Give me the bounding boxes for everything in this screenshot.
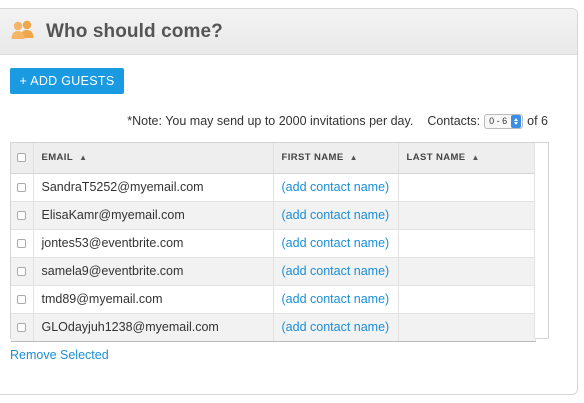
guest-table: EMAIL ▲ FIRST NAME ▲ LAST NAME ▲ SandraT525… — [10, 142, 549, 342]
add-contact-name-link[interactable]: (add contact name) — [282, 320, 390, 334]
row-checkbox[interactable] — [17, 183, 27, 193]
first-name-cell: (add contact name) — [273, 229, 399, 258]
table-row: samela9@eventbrite.com (add contact name… — [11, 257, 536, 286]
add-contact-name-link[interactable]: (add contact name) — [282, 264, 390, 278]
first-name-column-header[interactable]: FIRST NAME ▲ — [273, 143, 399, 174]
table-row: SandraT5252@myemail.com (add contact nam… — [11, 173, 536, 202]
table-row: GLOdayjuh1238@myemail.com (add contact n… — [11, 313, 536, 342]
last-name-column-header[interactable]: LAST NAME ▲ — [398, 143, 536, 174]
row-checkbox[interactable] — [17, 323, 27, 333]
select-all-cell — [11, 143, 34, 174]
contacts-label: Contacts: — [427, 114, 481, 128]
panel-header: Who should come? — [0, 9, 577, 55]
people-icon — [10, 19, 36, 39]
stepper-icon[interactable] — [511, 114, 522, 128]
email-cell: tmd89@myemail.com — [33, 285, 274, 314]
add-contact-name-link[interactable]: (add contact name) — [282, 292, 390, 306]
table-row: tmd89@myemail.com (add contact name) — [11, 285, 536, 314]
contacts-total: of 6 — [527, 114, 548, 128]
last-name-cell — [398, 257, 536, 286]
table-header-row: EMAIL ▲ FIRST NAME ▲ LAST NAME ▲ — [11, 143, 536, 174]
sort-up-icon[interactable]: ▲ — [79, 153, 87, 162]
row-select-cell — [11, 201, 34, 230]
first-name-cell: (add contact name) — [273, 201, 399, 230]
last-name-cell — [398, 313, 536, 342]
select-all-checkbox[interactable] — [17, 153, 27, 163]
invitation-note-row: *Note: You may send up to 2000 invitatio… — [0, 111, 548, 131]
table-row: jontes53@eventbrite.com (add contact nam… — [11, 229, 536, 258]
contacts-range-select[interactable]: 0 - 6 — [484, 113, 524, 129]
row-checkbox[interactable] — [17, 295, 27, 305]
table-scrollbar[interactable] — [534, 143, 548, 338]
last-name-cell — [398, 173, 536, 202]
email-column-header[interactable]: EMAIL ▲ — [33, 143, 274, 174]
contacts-range-value: 0 - 6 — [489, 116, 508, 126]
row-select-cell — [11, 173, 34, 202]
first-name-column-label: FIRST NAME — [281, 152, 344, 164]
first-name-cell: (add contact name) — [273, 285, 399, 314]
add-contact-name-link[interactable]: (add contact name) — [282, 236, 390, 250]
page-title: Who should come? — [46, 20, 223, 42]
add-contact-name-link[interactable]: (add contact name) — [282, 180, 390, 194]
row-select-cell — [11, 313, 34, 342]
row-select-cell — [11, 229, 34, 258]
last-name-column-label: LAST NAME — [406, 152, 466, 164]
row-checkbox[interactable] — [17, 211, 27, 221]
last-name-cell — [398, 229, 536, 258]
last-name-cell — [398, 201, 536, 230]
sort-up-icon[interactable]: ▲ — [350, 153, 358, 162]
add-guests-button[interactable]: + ADD GUESTS — [10, 68, 124, 94]
row-checkbox[interactable] — [17, 239, 27, 249]
invitation-limit-note: *Note: You may send up to 2000 invitatio… — [127, 114, 414, 128]
first-name-cell: (add contact name) — [273, 173, 399, 202]
add-contact-name-link[interactable]: (add contact name) — [282, 208, 390, 222]
row-select-cell — [11, 285, 34, 314]
sort-up-icon[interactable]: ▲ — [472, 153, 480, 162]
first-name-cell: (add contact name) — [273, 313, 399, 342]
table-row: ElisaKamr@myemail.com (add contact name) — [11, 201, 536, 230]
first-name-cell: (add contact name) — [273, 257, 399, 286]
row-checkbox[interactable] — [17, 267, 27, 277]
email-cell: jontes53@eventbrite.com — [33, 229, 274, 258]
last-name-cell — [398, 285, 536, 314]
email-column-label: EMAIL — [41, 152, 74, 164]
email-cell: ElisaKamr@myemail.com — [33, 201, 274, 230]
email-cell: SandraT5252@myemail.com — [33, 173, 274, 202]
row-select-cell — [11, 257, 34, 286]
remove-selected-link[interactable]: Remove Selected — [10, 348, 109, 362]
email-cell: GLOdayjuh1238@myemail.com — [33, 313, 274, 342]
email-cell: samela9@eventbrite.com — [33, 257, 274, 286]
